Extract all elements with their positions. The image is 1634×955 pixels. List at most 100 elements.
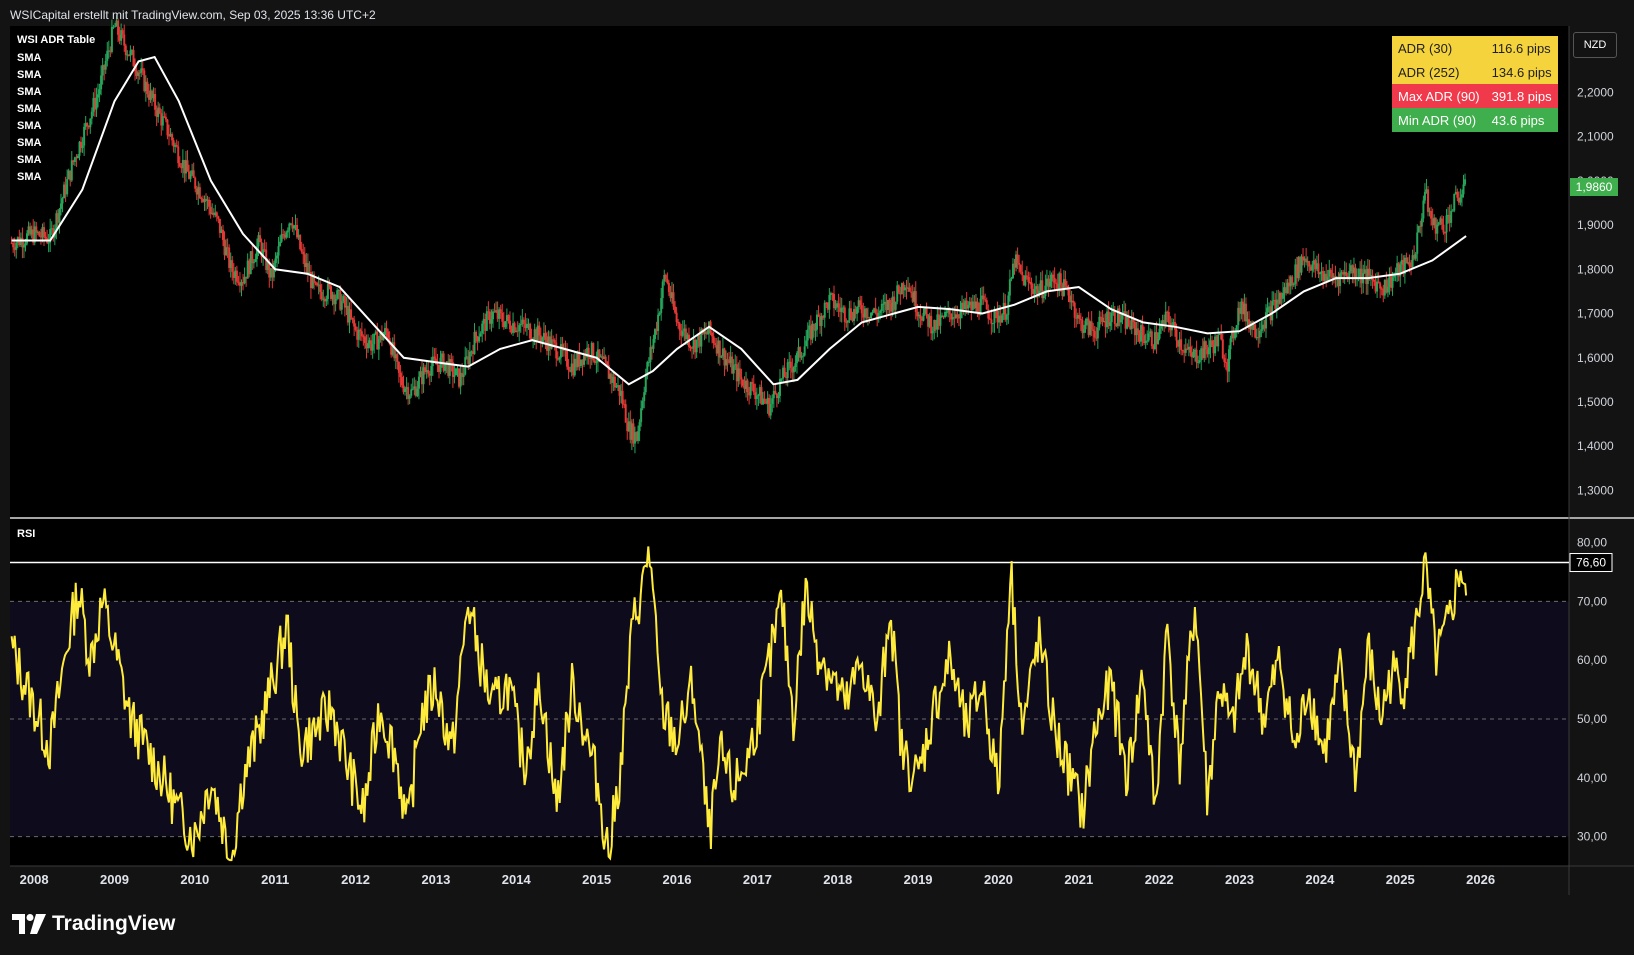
time-axis: 2008 2009 2010 2011 2012 2013 2014 2015 2016 2017… xyxy=(20,872,1495,887)
time-tick-label: 2011 xyxy=(261,872,289,887)
candle-body xyxy=(26,233,29,244)
time-tick-label: 2010 xyxy=(180,872,209,887)
candle-body xyxy=(1030,282,1033,289)
candle-body xyxy=(417,376,420,389)
candle-body xyxy=(529,323,532,339)
candle-body xyxy=(1223,358,1226,363)
candle-body xyxy=(1416,232,1419,254)
candle-body xyxy=(814,329,817,331)
candle-body xyxy=(1442,224,1445,233)
candle-body xyxy=(1033,289,1036,294)
price-tick-label: 1,5000 xyxy=(1577,395,1614,409)
candle-body xyxy=(189,174,192,179)
candle-body xyxy=(340,301,343,310)
candle-body xyxy=(377,339,380,350)
candle-body xyxy=(499,309,502,313)
candle-body xyxy=(47,242,50,244)
legend-sma-4[interactable]: SMA xyxy=(17,103,41,115)
max-adr-label: Max ADR (90) xyxy=(1392,84,1486,108)
candle-body xyxy=(652,338,655,349)
candle-body xyxy=(141,68,144,71)
candle-body xyxy=(353,319,356,327)
candle-body xyxy=(914,291,917,312)
candle-body xyxy=(550,339,553,349)
candle-body xyxy=(769,403,772,416)
candle-body xyxy=(252,261,255,264)
tradingview-logo-text: TradingView xyxy=(52,912,176,935)
candle-body xyxy=(302,251,305,255)
adr-row: ADR (30) 116.6 pips xyxy=(1392,36,1558,60)
candle-body xyxy=(1027,277,1030,283)
candle-body xyxy=(1211,340,1214,346)
candle-body xyxy=(718,340,721,358)
candle-body xyxy=(1217,334,1220,347)
candle-body xyxy=(427,370,430,374)
tradingview-logo[interactable]: TradingView xyxy=(12,912,175,936)
candle-body xyxy=(832,294,835,309)
candle-body xyxy=(110,26,113,52)
candle-body xyxy=(1379,283,1382,289)
candle-body xyxy=(595,361,598,363)
candle-body xyxy=(1164,311,1167,326)
candle-body xyxy=(1292,283,1295,286)
candle-body xyxy=(624,404,627,423)
candle-body xyxy=(555,342,558,359)
legend-sma-1[interactable]: SMA xyxy=(17,52,41,64)
candle-body xyxy=(1204,341,1207,350)
candle-body xyxy=(350,309,353,318)
candle-body xyxy=(930,315,933,334)
candle-body xyxy=(865,308,868,318)
candle-body xyxy=(1254,324,1257,338)
candle-body xyxy=(664,274,667,279)
candle-body xyxy=(678,323,681,331)
legend-sma-7[interactable]: SMA xyxy=(17,154,41,166)
candle-body xyxy=(35,226,38,233)
candle-body xyxy=(194,177,197,189)
candle-body xyxy=(802,355,805,357)
candle-body xyxy=(132,50,135,67)
legend-sma-5[interactable]: SMA xyxy=(17,120,41,132)
candle-body xyxy=(771,398,774,404)
candle-body xyxy=(408,395,411,399)
legend-sma-6[interactable]: SMA xyxy=(17,137,41,149)
candle-body xyxy=(749,382,752,396)
legend-rsi[interactable]: RSI xyxy=(17,528,35,540)
candle-body xyxy=(1098,316,1101,328)
candle-body xyxy=(90,111,93,119)
candle-body xyxy=(416,388,419,396)
candle-body xyxy=(1377,281,1380,284)
candle-body xyxy=(360,331,363,337)
candle-body xyxy=(982,295,985,300)
candle-body xyxy=(567,366,570,371)
candle-body xyxy=(1430,211,1433,219)
legend-sma-3[interactable]: SMA xyxy=(17,86,41,98)
candle-body xyxy=(1427,189,1430,212)
candle-body xyxy=(837,303,840,308)
candle-body xyxy=(1055,282,1058,284)
time-tick-label: 2014 xyxy=(502,872,532,887)
chart-canvas: 2,30002,20002,10002,00001,90001,80001,70… xyxy=(10,14,1634,895)
candle-body xyxy=(325,298,328,302)
candle-body xyxy=(746,380,749,393)
candle-body xyxy=(81,145,84,148)
candle-body xyxy=(1082,329,1085,333)
candle-body xyxy=(1319,273,1322,275)
candle-body xyxy=(1025,275,1028,278)
legend-sma-2[interactable]: SMA xyxy=(17,69,41,81)
candle-body xyxy=(1345,271,1348,277)
candle-body xyxy=(86,123,89,126)
candle-body xyxy=(177,146,180,164)
rsi-tick-label: 30,00 xyxy=(1577,830,1607,844)
candle-body xyxy=(816,314,819,330)
candle-body xyxy=(732,365,735,374)
time-tick-label: 2016 xyxy=(663,872,692,887)
legend-indicator[interactable]: WSI ADR Table xyxy=(17,34,95,46)
candle-body xyxy=(1229,338,1232,350)
currency-button[interactable]: NZD xyxy=(1573,32,1617,58)
time-tick-label: 2022 xyxy=(1145,872,1174,887)
candle-body xyxy=(259,235,262,243)
candle-body xyxy=(1393,275,1396,278)
legend-sma-8[interactable]: SMA xyxy=(17,171,41,183)
candle-body xyxy=(806,329,809,341)
candle-body xyxy=(658,313,661,315)
